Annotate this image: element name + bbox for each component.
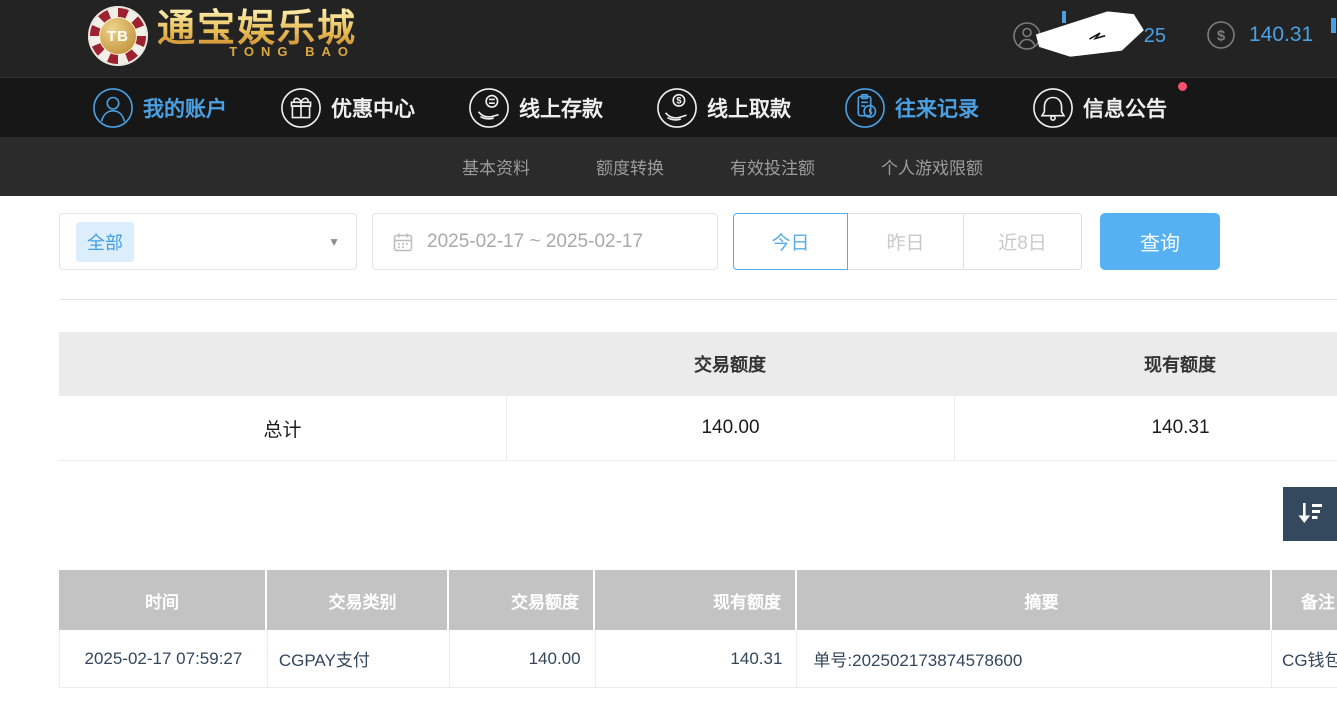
nav-item-promotions[interactable]: 优惠中心: [280, 87, 415, 129]
calendar-icon: [392, 231, 414, 253]
records-header-row: 时间 交易类别 交易额度 现有额度 摘要 备注: [59, 570, 1337, 630]
records-header-current-balance: 现有额度: [595, 570, 797, 630]
nav-item-online-deposit[interactable]: 线上存款: [468, 87, 603, 129]
nav-label: 往来记录: [895, 93, 979, 123]
summary-transaction-amount: 140.00: [506, 396, 954, 460]
record-type: CGPAY支付: [268, 630, 450, 687]
nav-item-announcements[interactable]: 信息公告: [1032, 87, 1167, 129]
nav-label: 线上取款: [707, 93, 791, 123]
quick-date-buttons: 今日 昨日 近8日: [733, 213, 1082, 270]
transaction-records-page: TB 通宝娱乐城 TONG BAO 25 $ 140.3: [0, 0, 1337, 707]
balance-display[interactable]: $ 140.31: [1206, 20, 1313, 50]
poker-chip-icon: TB: [88, 6, 148, 66]
nav-label: 优惠中心: [331, 93, 415, 123]
type-select[interactable]: 全部 ▼: [59, 213, 357, 270]
sort-descending-button[interactable]: [1283, 487, 1337, 541]
summary-header-transaction-amount: 交易额度: [506, 351, 954, 377]
top-bar: TB 通宝娱乐城 TONG BAO 25 $ 140.3: [0, 0, 1337, 77]
subnav-item-basic-info[interactable]: 基本资料: [462, 154, 530, 179]
summary-table: 交易额度 现有额度 总计 140.00 140.31: [59, 332, 1337, 461]
pen-mark: [1088, 29, 1109, 43]
last-8-days-button[interactable]: 近8日: [963, 213, 1082, 270]
subnav-item-credit-transfer[interactable]: 额度转换: [596, 154, 664, 179]
sub-navigation: 基本资料 额度转换 有效投注额 个人游戏限额: [0, 137, 1337, 196]
table-row: 2025-02-17 07:59:27 CGPAY支付 140.00 140.3…: [59, 630, 1337, 688]
records-header-summary: 摘要: [797, 570, 1272, 630]
chip-tb-label: TB: [107, 28, 129, 45]
record-time: 2025-02-17 07:59:27: [60, 630, 268, 687]
svg-text:$: $: [676, 95, 682, 106]
date-range-input[interactable]: 2025-02-17 ~ 2025-02-17: [372, 213, 718, 270]
yesterday-button[interactable]: 昨日: [847, 213, 964, 270]
records-icon: [844, 87, 886, 129]
record-current-balance: 140.31: [596, 630, 798, 687]
summary-total-label: 总计: [59, 415, 506, 442]
summary-header-row: 交易额度 现有额度: [59, 332, 1337, 396]
subnav-item-game-limits[interactable]: 个人游戏限额: [881, 154, 983, 179]
today-button[interactable]: 今日: [733, 213, 848, 270]
brand-name-en: TONG BAO: [229, 44, 355, 59]
deposit-icon: [468, 87, 510, 129]
nav-label: 信息公告: [1083, 93, 1167, 123]
brand-name: 通宝娱乐城 TONG BAO: [157, 6, 357, 59]
person-icon: [92, 87, 134, 129]
records-header-type: 交易类别: [267, 570, 449, 630]
type-selected-chip: 全部: [76, 222, 134, 262]
nav-item-online-withdrawal[interactable]: $ 线上取款: [656, 87, 791, 129]
nav-label: 线上存款: [519, 93, 603, 123]
balance-value: 140.31: [1249, 23, 1313, 47]
summary-total-row: 总计 140.00 140.31: [59, 396, 1337, 461]
records-table: 时间 交易类别 交易额度 现有额度 摘要 备注 2025-02-17 07:59…: [59, 570, 1337, 688]
withdrawal-icon: $: [656, 87, 698, 129]
redaction-scribble: [1034, 8, 1145, 59]
main-navigation: 我的账户 优惠中心 线上存款 $ 线上取款: [0, 77, 1337, 137]
records-header-transaction-amount: 交易额度: [449, 570, 595, 630]
records-header-time: 时间: [59, 570, 267, 630]
brand-logo[interactable]: TB 通宝娱乐城 TONG BAO: [88, 6, 357, 66]
sort-descending-icon: [1294, 498, 1326, 530]
record-remarks: CG钱包: [1272, 630, 1337, 687]
record-transaction-amount: 140.00: [450, 630, 596, 687]
username-clipped-fragment: [1062, 11, 1066, 23]
chevron-down-icon: ▼: [328, 235, 340, 249]
nav-item-my-account[interactable]: 我的账户: [92, 87, 227, 129]
balance-clipped-fragment: [1331, 18, 1336, 33]
gift-icon: [280, 87, 322, 129]
date-range-value: 2025-02-17 ~ 2025-02-17: [427, 231, 643, 253]
summary-header-current-balance: 现有额度: [954, 351, 1337, 377]
nav-label: 我的账户: [143, 93, 227, 123]
records-header-remarks: 备注: [1272, 570, 1337, 630]
summary-current-balance: 140.31: [954, 396, 1337, 460]
dollar-icon: $: [1206, 20, 1236, 50]
section-divider: [59, 299, 1337, 300]
bell-icon: [1032, 87, 1074, 129]
nav-item-transaction-records[interactable]: 往来记录: [844, 87, 979, 129]
record-summary: 单号:202502173874578600: [797, 630, 1272, 687]
notification-dot: [1178, 82, 1187, 91]
subnav-item-valid-bets[interactable]: 有效投注额: [730, 154, 815, 179]
query-button[interactable]: 查询: [1100, 213, 1220, 270]
svg-text:$: $: [1217, 28, 1226, 45]
